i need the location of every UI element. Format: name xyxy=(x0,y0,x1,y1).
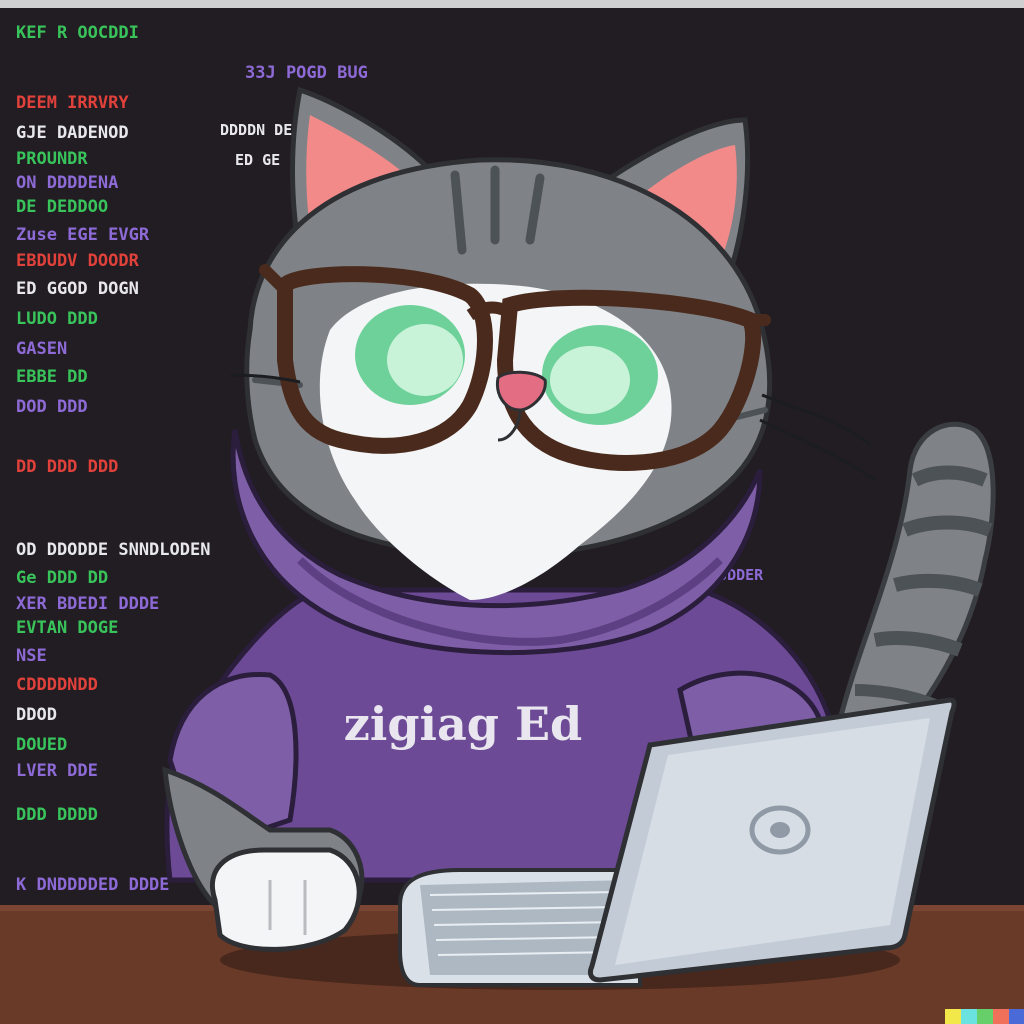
code-line: DDDDN DE xyxy=(220,121,292,139)
code-line: DEEM IRRVRY xyxy=(16,93,129,113)
code-line: XER BDEDI DDDE xyxy=(16,594,159,614)
code-line: KEF R OOCDDI xyxy=(16,23,139,43)
hoodie-text: zigiag Ed xyxy=(344,697,582,751)
code-line: EVTAN DOGE xyxy=(16,618,118,638)
code-line: DE DEDDOO xyxy=(16,197,108,217)
code-line: EBDUDV DOODR xyxy=(16,251,140,271)
code-line: GJE DADENOD xyxy=(16,123,129,143)
code-line: OD DDODDE SNNDLODEN xyxy=(16,540,210,560)
code-line: EBBE DD xyxy=(16,367,88,387)
code-line: ED GGOD DOGN xyxy=(16,279,139,299)
code-line: CDDDDNDD xyxy=(16,675,98,695)
watermark-square xyxy=(1009,1009,1024,1024)
monitor-top-frame xyxy=(0,0,1024,8)
cat-illustration: KEF R OOCDDI 33J POGD BUG DEEM IRRVRY GJE D… xyxy=(0,0,1024,1024)
code-line: GASEN xyxy=(16,339,67,359)
code-line: Zuse EGE EVGR xyxy=(16,225,150,245)
watermark-square xyxy=(977,1009,993,1024)
watermark-square xyxy=(945,1009,961,1024)
code-line: NSE xyxy=(16,646,47,666)
watermark-color-bar xyxy=(945,1009,1024,1024)
code-line: DOUED xyxy=(16,735,67,755)
watermark-square xyxy=(993,1009,1009,1024)
code-line: LUDO DDD xyxy=(16,309,98,329)
code-line: PROUNDR xyxy=(16,149,88,169)
scene-svg: KEF R OOCDDI 33J POGD BUG DEEM IRRVRY GJE D… xyxy=(0,0,1024,1024)
code-line: ON DDDDENA xyxy=(16,173,118,193)
code-line: DDOD xyxy=(16,705,57,725)
code-line: DDD DDDD xyxy=(16,805,98,825)
watermark-square xyxy=(961,1009,977,1024)
code-line: K DNDDDDED DDDE xyxy=(16,875,170,895)
code-line: DD DDD DDD xyxy=(16,457,118,477)
code-line: 33J POGD BUG xyxy=(245,63,368,83)
code-line: DOD DDD xyxy=(16,397,88,417)
code-line: Ge DDD DD xyxy=(16,568,108,588)
code-line: LVER DDE xyxy=(16,761,98,781)
code-line: ED GE xyxy=(235,151,280,169)
